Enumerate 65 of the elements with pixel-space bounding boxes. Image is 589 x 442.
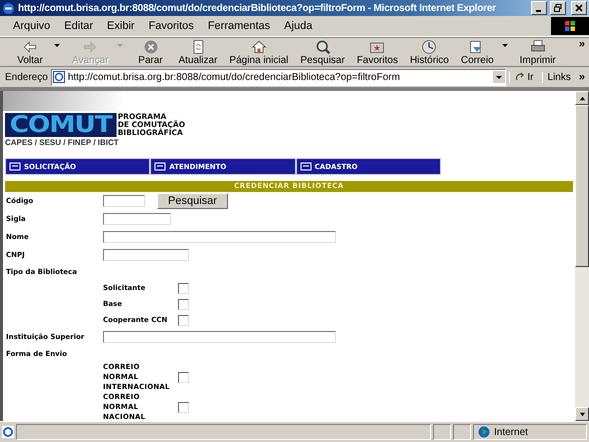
minimize-button[interactable] xyxy=(531,1,547,15)
close-button[interactable] xyxy=(571,1,587,15)
menu-item[interactable]: Ajuda xyxy=(277,20,320,32)
comut-logo: COMUT xyxy=(5,113,116,137)
menu-item[interactable]: Exibir xyxy=(100,20,142,32)
history-icon xyxy=(421,38,438,54)
checkbox[interactable] xyxy=(178,298,189,310)
dropdown-arrow-icon[interactable] xyxy=(54,44,60,48)
screen-icon xyxy=(154,162,166,172)
window-title: http://comut.brisa.org.br:8088/comut/do/credenciarBiblioteca?op=filtroForm - Microsoft Internet Explorer xyxy=(18,2,497,14)
scroll-thumb[interactable] xyxy=(575,105,589,267)
toolbar-button[interactable]: Correio xyxy=(454,38,500,66)
address-field[interactable]: http://comut.brisa.org.br:8088/comut/do/credenciarBiblioteca?op=filtroForm xyxy=(50,68,506,86)
partners-text: CAPES / SESU / FINEP / IBICT xyxy=(5,138,120,147)
windows-logo-icon xyxy=(551,17,589,35)
search-icon xyxy=(314,38,331,54)
more-chevron[interactable]: » xyxy=(578,71,587,83)
input-field[interactable] xyxy=(103,195,145,207)
checkbox[interactable] xyxy=(178,372,189,382)
more-chevron[interactable]: » xyxy=(578,38,585,50)
links-button[interactable]: Links xyxy=(542,72,576,82)
page-icon xyxy=(2,426,14,438)
go-button[interactable]: Ir xyxy=(509,72,539,82)
status-panel xyxy=(453,424,471,440)
checkbox[interactable] xyxy=(178,314,189,326)
dropdown-arrow-icon[interactable] xyxy=(502,44,508,48)
menu-item[interactable]: Favoritos xyxy=(142,20,201,32)
close-icon xyxy=(575,4,583,12)
status-panel xyxy=(433,424,451,440)
scrollbar[interactable] xyxy=(575,91,589,421)
print-icon xyxy=(530,38,546,54)
toolbar-button[interactable]: Página inicial xyxy=(223,38,294,66)
toolbar-button[interactable]: Imprimir xyxy=(514,38,562,66)
search-button[interactable]: Pesquisar xyxy=(157,193,228,209)
screen-icon xyxy=(300,162,312,172)
browser-icon xyxy=(2,2,15,14)
zone-text: Internet xyxy=(494,426,528,438)
scroll-up-icon[interactable] xyxy=(578,94,586,102)
toolbar-button[interactable]: Voltar xyxy=(8,38,52,66)
toolbar-button[interactable]: Histórico xyxy=(404,38,455,66)
input-field[interactable] xyxy=(103,249,189,261)
input-field[interactable] xyxy=(103,231,336,243)
toolbar-button[interactable]: Favoritos xyxy=(350,38,404,66)
input-field[interactable] xyxy=(103,331,336,343)
menu-item[interactable]: Ferramentas xyxy=(200,20,278,32)
input-field[interactable] xyxy=(103,213,171,225)
back-icon xyxy=(22,38,38,54)
home-icon xyxy=(250,38,267,54)
toolbar-button[interactable]: Parar xyxy=(128,38,173,66)
toolbar-button[interactable]: Pesquisar xyxy=(294,38,351,66)
forward-icon xyxy=(82,38,98,54)
stop-icon xyxy=(142,38,159,54)
menu-item[interactable]: Editar xyxy=(57,20,100,32)
menu-item[interactable]: Arquivo xyxy=(6,20,58,32)
globe-icon xyxy=(478,426,490,438)
page-icon xyxy=(52,71,65,83)
checkbox[interactable] xyxy=(178,402,189,412)
restore-icon xyxy=(554,4,562,12)
address-label: Endereço xyxy=(4,72,48,82)
screen-icon xyxy=(9,162,21,172)
go-arrow-icon xyxy=(515,72,526,82)
checkbox[interactable] xyxy=(178,282,189,294)
restore-button[interactable] xyxy=(550,1,566,15)
scroll-down-icon[interactable] xyxy=(578,410,586,418)
toolbar-button[interactable]: Atualizar xyxy=(172,38,224,66)
